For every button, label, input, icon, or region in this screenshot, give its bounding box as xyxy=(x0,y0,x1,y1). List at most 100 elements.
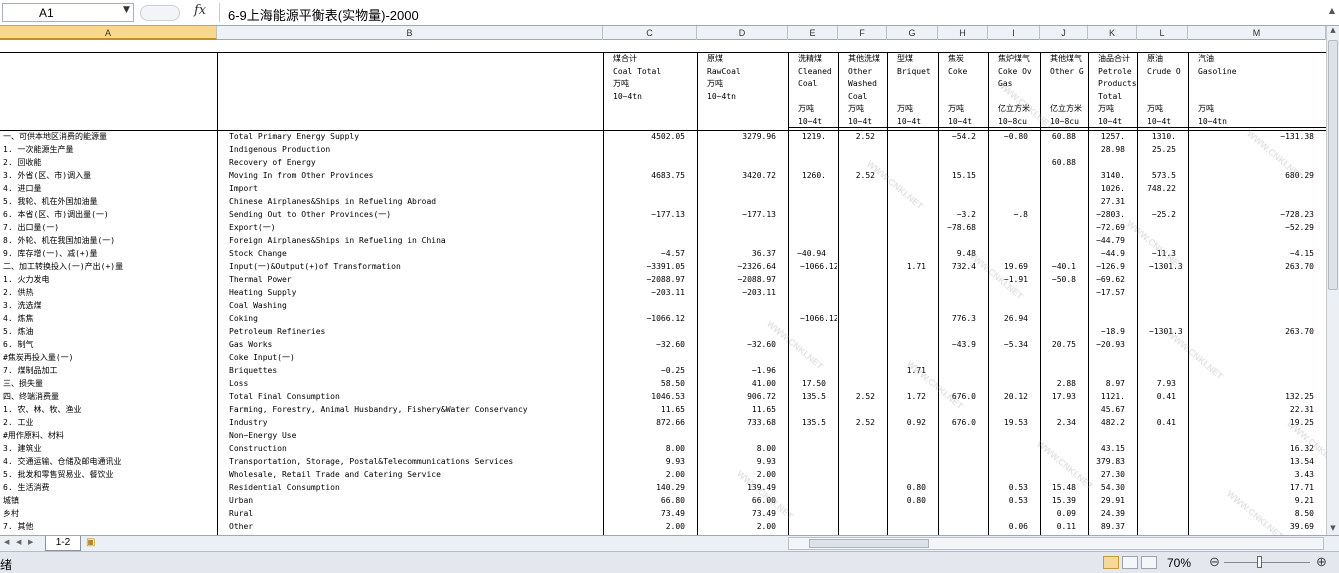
table-cell[interactable]: −2088.97 xyxy=(699,274,776,287)
table-cell[interactable]: −78.68 xyxy=(940,222,976,235)
table-cell[interactable]: 20.75 xyxy=(1042,339,1076,352)
row-label-cn[interactable]: 二、加工转换投入(一)产出(+)量 xyxy=(3,261,215,274)
column-header-f[interactable]: F xyxy=(838,26,887,40)
row-label-cn[interactable]: 乡村 xyxy=(3,508,215,521)
row-label-cn[interactable]: 四、终端消费量 xyxy=(3,391,215,404)
row-label-en[interactable]: Coking xyxy=(229,313,601,326)
table-cell[interactable]: −1066.12 xyxy=(605,313,685,326)
row-label-cn[interactable]: 6. 生活消费 xyxy=(3,482,215,495)
row-label-cn[interactable]: 1. 农、林、牧、渔业 xyxy=(3,404,215,417)
row-label-cn[interactable]: 6. 制气 xyxy=(3,339,215,352)
row-label-cn[interactable]: 2. 工业 xyxy=(3,417,215,430)
row-label-en[interactable]: Indigenous Production xyxy=(229,144,601,157)
table-cell[interactable]: 872.66 xyxy=(605,417,685,430)
row-label-en[interactable]: Industry xyxy=(229,417,601,430)
table-cell[interactable]: 58.50 xyxy=(605,378,685,391)
table-cell[interactable]: 2.00 xyxy=(605,469,685,482)
table-cell[interactable]: 573.5 xyxy=(1139,170,1176,183)
header-cell-k[interactable]: 油品合计 Petrole Products Total 万吨 10~4t xyxy=(1098,53,1136,131)
row-label-cn[interactable]: 9. 库存增(一)、减(+)量 xyxy=(3,248,215,261)
row-label-en[interactable]: Chinese Airplanes&Ships in Refueling Abr… xyxy=(229,196,601,209)
row-label-en[interactable]: Residential Consumption xyxy=(229,482,601,495)
table-cell[interactable]: 3420.72 xyxy=(699,170,776,183)
table-cell[interactable]: 41.00 xyxy=(699,378,776,391)
table-cell[interactable]: −72.69 xyxy=(1090,222,1125,235)
table-cell[interactable]: 0.06 xyxy=(990,521,1028,534)
table-cell[interactable]: 0.92 xyxy=(889,417,926,430)
table-cell[interactable]: 1026. xyxy=(1090,183,1125,196)
table-cell[interactable]: −20.93 xyxy=(1090,339,1125,352)
table-cell[interactable]: 3.43 xyxy=(1190,469,1314,482)
table-cell[interactable]: −.8 xyxy=(990,209,1028,222)
column-header-b[interactable]: B xyxy=(217,26,603,40)
table-cell[interactable]: −4.15 xyxy=(1190,248,1314,261)
column-header-k[interactable]: K xyxy=(1088,26,1137,40)
table-cell[interactable]: 263.70 xyxy=(1190,326,1314,339)
table-cell[interactable]: 89.37 xyxy=(1090,521,1125,534)
chevron-down-icon[interactable]: ▼ xyxy=(123,5,130,15)
column-header-e[interactable]: E xyxy=(788,26,838,40)
zoom-out-icon[interactable]: ⊖ xyxy=(1209,554,1220,570)
insert-function-icon[interactable]: fx xyxy=(194,3,206,18)
table-cell[interactable]: 2.00 xyxy=(605,521,685,534)
row-label-en[interactable]: Farming, Forestry, Animal Husbandry, Fis… xyxy=(229,404,601,417)
row-label-en[interactable]: Stock Change xyxy=(229,248,601,261)
table-cell[interactable]: 0.09 xyxy=(1042,508,1076,521)
header-cell-d[interactable]: 原煤 RawCoal 万吨 10~4tn xyxy=(707,53,787,131)
header-cell-m[interactable]: 汽油 Gasoline 万吨 10~4tn xyxy=(1198,53,1325,131)
row-label-cn[interactable]: 4. 进口量 xyxy=(3,183,215,196)
table-cell[interactable]: −54.2 xyxy=(940,131,976,144)
table-cell[interactable]: 2.00 xyxy=(699,521,776,534)
horizontal-scrollbar[interactable] xyxy=(788,537,1324,550)
table-cell[interactable]: 4502.05 xyxy=(605,131,685,144)
header-cell-l[interactable]: 原油 Crude O 万吨 10~4t xyxy=(1147,53,1187,131)
table-cell[interactable]: 15.39 xyxy=(1042,495,1076,508)
table-cell[interactable]: 1.72 xyxy=(889,391,926,404)
table-cell[interactable]: −3391.05 xyxy=(605,261,685,274)
column-header-d[interactable]: D xyxy=(697,26,788,40)
table-cell[interactable]: 17.50 xyxy=(790,378,826,391)
vertical-scroll-thumb[interactable] xyxy=(1328,40,1338,290)
spreadsheet-grid[interactable]: 煤合计 Coal Total 万吨 10~4tn 原煤 RawCoal 万吨 10… xyxy=(0,40,1326,535)
table-cell[interactable]: 2.52 xyxy=(840,391,875,404)
table-cell[interactable]: −50.8 xyxy=(1042,274,1076,287)
row-label-cn[interactable]: 4. 炼焦 xyxy=(3,313,215,326)
row-label-en[interactable]: Input(一)&Output(+)of Transformation xyxy=(229,261,601,274)
table-cell[interactable]: −2088.97 xyxy=(605,274,685,287)
table-cell[interactable]: 15.15 xyxy=(940,170,976,183)
table-cell[interactable]: 9.93 xyxy=(605,456,685,469)
table-cell[interactable]: 135.5 xyxy=(790,391,826,404)
table-cell[interactable]: 0.41 xyxy=(1139,417,1176,430)
table-cell[interactable]: 39.69 xyxy=(1190,521,1314,534)
row-label-en[interactable]: Total Final Consumption xyxy=(229,391,601,404)
row-label-cn[interactable]: #用作原料、材料 xyxy=(3,430,215,443)
table-cell[interactable]: −4.57 xyxy=(605,248,685,261)
table-cell[interactable]: 3279.96 xyxy=(699,131,776,144)
table-cell[interactable]: 2.52 xyxy=(840,417,875,430)
table-cell[interactable]: 60.88 xyxy=(1042,131,1076,144)
column-header-m[interactable]: M xyxy=(1188,26,1326,40)
table-cell[interactable]: 379.83 xyxy=(1090,456,1125,469)
row-label-en[interactable]: Total Primary Energy Supply xyxy=(229,131,601,144)
column-header-h[interactable]: H xyxy=(938,26,988,40)
table-cell[interactable]: −177.13 xyxy=(605,209,685,222)
table-cell[interactable]: 73.49 xyxy=(699,508,776,521)
row-label-en[interactable]: Non−Energy Use xyxy=(229,430,601,443)
normal-view-icon[interactable] xyxy=(1103,556,1119,569)
zoom-level[interactable]: 70% xyxy=(1167,556,1191,570)
next-sheet-icon[interactable]: ▶ xyxy=(28,538,33,546)
table-cell[interactable]: 29.91 xyxy=(1090,495,1125,508)
header-cell-j[interactable]: 其他煤气 Other G 亿立方米 10~8cu xyxy=(1050,53,1087,131)
column-header-g[interactable]: G xyxy=(887,26,938,40)
table-cell[interactable]: 28.98 xyxy=(1090,144,1125,157)
name-box[interactable]: A1 xyxy=(2,3,134,22)
row-label-cn[interactable]: 7. 其他 xyxy=(3,521,215,534)
table-cell[interactable]: −17.57 xyxy=(1090,287,1125,300)
page-layout-view-icon[interactable] xyxy=(1122,556,1138,569)
row-label-cn[interactable]: 3. 建筑业 xyxy=(3,443,215,456)
table-cell[interactable]: 26.94 xyxy=(990,313,1028,326)
table-cell[interactable]: 2.52 xyxy=(840,131,875,144)
page-break-view-icon[interactable] xyxy=(1141,556,1157,569)
row-label-cn[interactable]: 6. 本省(区、市)调出量(一) xyxy=(3,209,215,222)
formula-input[interactable]: 6-9上海能源平衡表(实物量)-2000 xyxy=(219,3,1321,23)
